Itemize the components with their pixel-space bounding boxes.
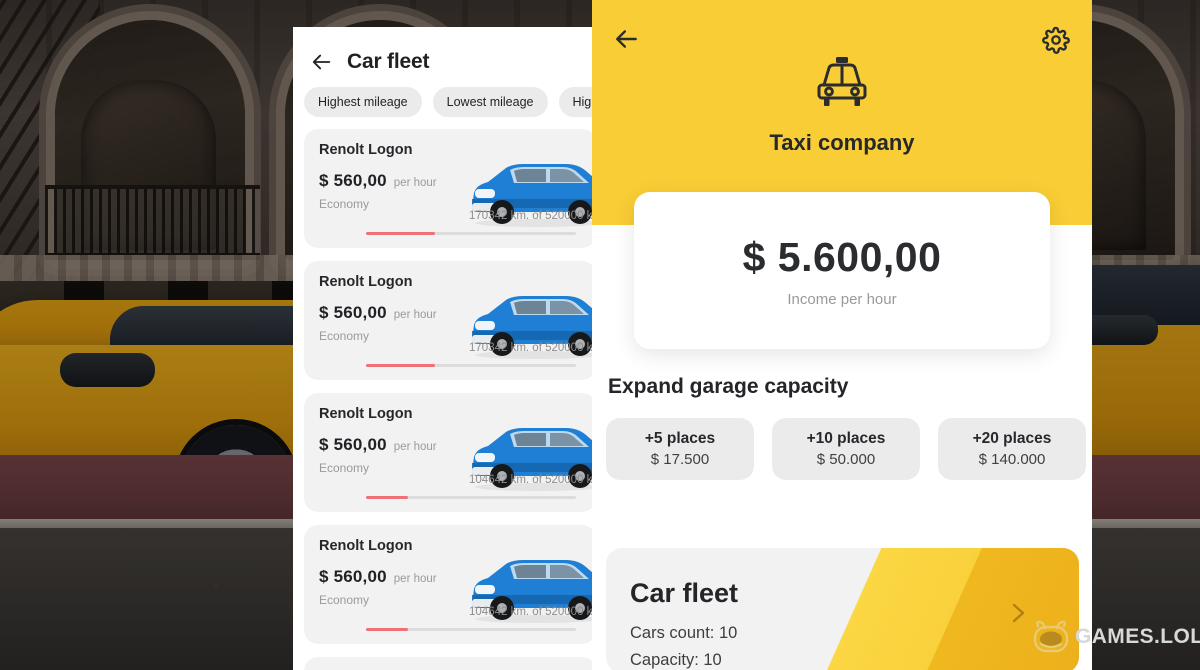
car-fleet-card-title: Car fleet	[630, 578, 739, 608]
expand-option-places: +5 places	[644, 430, 716, 447]
expand-garage-title: Expand garage capacity	[608, 375, 849, 398]
car-class: Economy	[319, 329, 370, 343]
car-mileage-progress-fill	[366, 364, 436, 367]
car-mileage-progress-fill	[366, 628, 408, 631]
expand-option-20-places[interactable]: +20 places $ 140.000	[938, 418, 1086, 480]
car-mileage-progress	[366, 496, 576, 499]
car-price-row: $ 560,00 per hour	[319, 303, 437, 323]
car-name: Renolt Logon	[319, 406, 413, 422]
car-price-row: $ 560,00 per hour	[319, 435, 437, 455]
car-mileage-progress	[366, 364, 576, 367]
car-name: Renolt Logon	[319, 538, 413, 554]
back-arrow-icon[interactable]	[614, 26, 640, 52]
car-mileage-progress	[366, 628, 576, 631]
car-class: Economy	[319, 593, 370, 607]
car-price: $ 560,00	[319, 435, 387, 454]
back-arrow-icon[interactable]	[311, 51, 333, 73]
expand-option-price: $ 50.000	[816, 451, 876, 468]
car-fleet-card[interactable]: Car fleet Cars count: 10 Capacity: 10	[606, 548, 1079, 670]
car-price-unit: per hour	[393, 177, 437, 189]
car-class: Economy	[319, 197, 370, 211]
car-fleet-header: Car fleet	[293, 27, 593, 79]
games-lol-watermark-text: GAMES.LOL	[1075, 625, 1200, 648]
expand-option-places: +20 places	[972, 430, 1052, 447]
car-mileage: 104642 km. of 520000 km	[469, 474, 593, 486]
car-price-row: $ 560,00 per hour	[319, 567, 437, 587]
expand-option-5-places[interactable]: +5 places $ 17.500	[606, 418, 754, 480]
income-card: $ 5.600,00 Income per hour	[634, 192, 1050, 349]
company-name: Taxi company	[769, 130, 915, 155]
car-list-item[interactable]: Renolt Logon $ 560,00 per hour Economy 1…	[304, 261, 593, 380]
car-fleet-cars-count: Cars count: 10	[630, 624, 738, 642]
income-label: Income per hour	[787, 290, 897, 308]
car-class: Economy	[319, 461, 370, 475]
screenshot-root: Car fleet Highest mileage Lowest mileage…	[0, 0, 1200, 670]
gear-icon[interactable]	[1042, 26, 1070, 54]
page-title: Car fleet	[347, 50, 430, 73]
car-mileage: 170342 km. of 520000 km	[469, 210, 593, 222]
car-price: $ 560,00	[319, 303, 387, 322]
expand-option-price: $ 140.000	[978, 451, 1046, 468]
car-mileage: 170342 km. of 520000 km	[469, 342, 593, 354]
taxi-car-icon	[817, 57, 867, 106]
expand-option-price: $ 17.500	[650, 451, 710, 468]
chevron-right-icon[interactable]	[1010, 602, 1026, 624]
car-mileage-progress-fill	[366, 232, 436, 235]
games-lol-watermark: GAMES.LOL	[1032, 620, 1200, 654]
car-mileage-progress-fill	[366, 496, 408, 499]
filter-chip-highest-income[interactable]: Highest i	[558, 87, 593, 117]
taxi-company-screen: Taxi company $ 5.600,00 Income per hour …	[592, 0, 1092, 670]
expand-garage-options: +5 places $ 17.500 +10 places $ 50.000 +…	[606, 418, 1086, 480]
car-name: Renolt Logon	[319, 274, 413, 290]
car-mileage-progress	[366, 232, 576, 235]
filter-chip-row: Highest mileage Lowest mileage Highest i	[293, 79, 593, 117]
car-price-row: $ 560,00 per hour	[319, 171, 437, 191]
car-price: $ 560,00	[319, 567, 387, 586]
car-list[interactable]: Renolt Logon $ 560,00 per hour Economy 1…	[293, 117, 593, 670]
car-list-item[interactable]: Renolt Logon $ 560,00 per hour Economy 1…	[304, 657, 593, 670]
car-price: $ 560,00	[319, 171, 387, 190]
car-price-unit: per hour	[393, 309, 437, 321]
car-list-item[interactable]: Renolt Logon $ 560,00 per hour Economy 1…	[304, 129, 593, 248]
income-amount: $ 5.600,00	[742, 233, 942, 280]
car-mileage: 104642 km. of 520000 km	[469, 606, 593, 618]
games-lol-mascot-icon	[1033, 620, 1069, 653]
expand-option-10-places[interactable]: +10 places $ 50.000	[772, 418, 920, 480]
filter-chip-lowest-mileage[interactable]: Lowest mileage	[432, 87, 548, 117]
car-fleet-capacity: Capacity: 10	[630, 651, 722, 669]
filter-chip-highest-mileage[interactable]: Highest mileage	[304, 87, 422, 117]
car-list-item[interactable]: Renolt Logon $ 560,00 per hour Economy 1…	[304, 393, 593, 512]
car-price-unit: per hour	[393, 573, 437, 585]
car-fleet-screen: Car fleet Highest mileage Lowest mileage…	[293, 27, 593, 670]
car-name: Renolt Logon	[319, 142, 413, 158]
car-price-unit: per hour	[393, 441, 437, 453]
expand-option-places: +10 places	[806, 430, 886, 447]
car-list-item[interactable]: Renolt Logon $ 560,00 per hour Economy 1…	[304, 525, 593, 644]
